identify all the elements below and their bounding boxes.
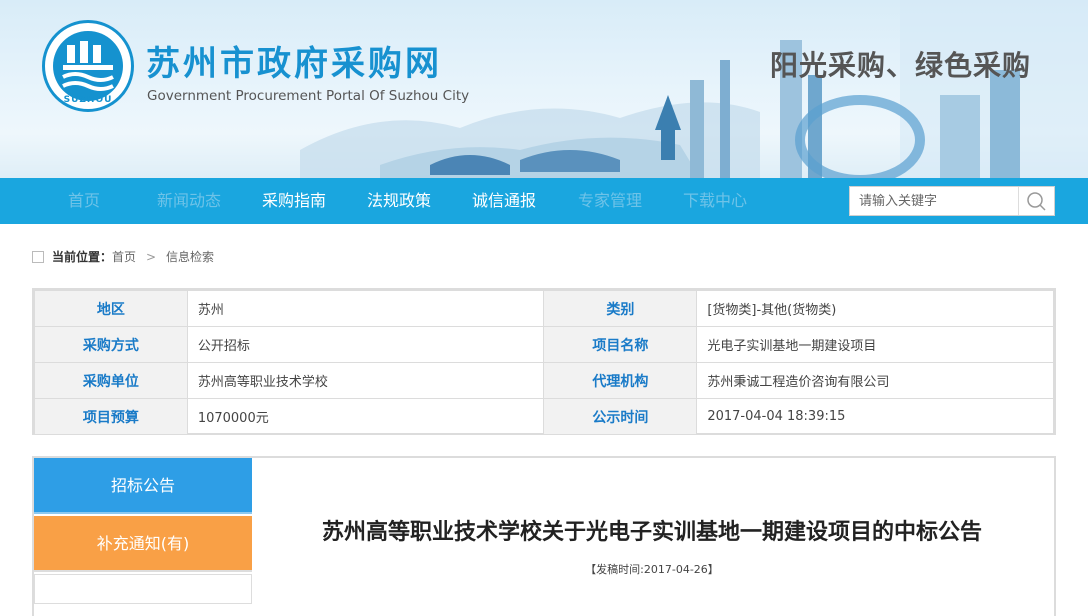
tab-third[interactable] [34,574,252,604]
logo-text: SUZHOU [63,95,113,105]
site-logo[interactable]: SUZHOU [42,20,134,112]
nav-item-policy[interactable]: 法规政策 [367,178,431,224]
notice-sidebar: 招标公告 补充通知(有) [34,458,252,604]
search-button[interactable] [1018,187,1054,215]
info-label: 代理机构 [543,362,698,399]
nav-item-experts[interactable]: 专家管理 [578,178,642,224]
info-value: 1070000元 [186,398,545,435]
nav-item-guide[interactable]: 采购指南 [262,178,326,224]
breadcrumb-home[interactable]: 首页 [112,248,136,266]
info-value: 2017-04-04 18:39:15 [696,398,1054,435]
table-row: 项目预算 1070000元 公示时间 2017-04-04 18:39:15 [34,398,1054,435]
info-value: 公开招标 [186,326,545,363]
site-title: 苏州市政府采购网 [146,44,442,84]
info-label: 采购方式 [34,326,188,363]
info-label: 项目预算 [34,398,188,435]
project-info-table: 地区 苏州 类别 [货物类]-其他(货物类) 采购方式 公开招标 项目名称 光电… [32,288,1056,435]
table-row: 采购单位 苏州高等职业技术学校 代理机构 苏州秉诚工程造价咨询有限公司 [34,362,1054,399]
logo-emblem-icon [53,31,123,101]
location-icon [32,251,44,263]
breadcrumb-separator-icon: > [146,250,157,264]
tab-supplement-notice[interactable]: 补充通知(有) [34,516,252,572]
table-row: 地区 苏州 类别 [货物类]-其他(货物类) [34,290,1054,327]
nav-item-news[interactable]: 新闻动态 [157,178,221,224]
search-icon [1027,192,1046,211]
info-value: 苏州秉诚工程造价咨询有限公司 [696,362,1054,399]
info-label: 采购单位 [34,362,188,399]
site-slogan: 阳光采购、绿色采购 [770,49,1032,82]
site-subtitle: Government Procurement Portal Of Suzhou … [147,88,470,104]
notice-title: 苏州高等职业技术学校关于光电子实训基地一期建设项目的中标公告 [321,520,982,545]
nav-item-credit[interactable]: 诚信通报 [472,178,536,224]
info-value: 苏州高等职业技术学校 [186,362,545,399]
nav-item-home[interactable]: 首页 [68,178,100,224]
info-label: 地区 [34,290,188,327]
breadcrumb-current: 信息检索 [166,250,215,264]
site-header: SUZHOU 苏州市政府采购网 Government Procurement P… [0,0,1088,178]
search-input[interactable] [850,187,1020,215]
info-label: 项目名称 [543,326,698,363]
notice-date: 【发稿时间:2017-04-26】 [585,563,719,576]
tab-tender-notice[interactable]: 招标公告 [34,458,252,514]
breadcrumb-prefix: 当前位置： [52,250,113,264]
info-label: 公示时间 [543,398,698,435]
table-row: 采购方式 公开招标 项目名称 光电子实训基地一期建设项目 [34,326,1054,363]
search-box [849,186,1055,216]
main-nav: 首页 新闻动态 采购指南 法规政策 诚信通报 专家管理 下载中心 [0,178,1088,224]
info-value: [货物类]-其他(货物类) [696,290,1054,327]
info-value: 光电子实训基地一期建设项目 [696,326,1054,363]
info-value: 苏州 [186,290,545,327]
info-label: 类别 [543,290,698,327]
nav-item-downloads[interactable]: 下载中心 [683,178,747,224]
